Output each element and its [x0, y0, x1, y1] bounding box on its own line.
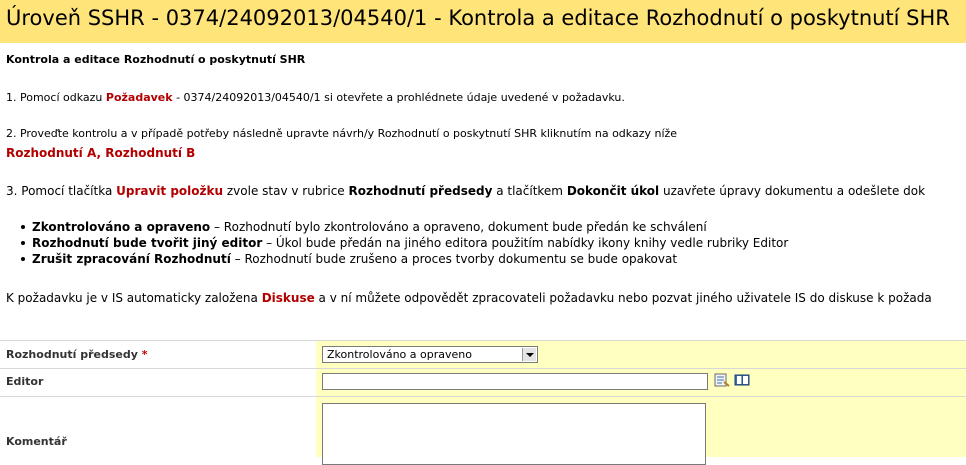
step-2-links: Rozhodnutí A, Rozhodnutí B: [6, 146, 195, 160]
editor-label: Editor: [6, 375, 44, 388]
dropdown-arrow-icon[interactable]: [522, 348, 536, 361]
step-3-prefix: 3. Pomocí tlačítka: [6, 184, 117, 198]
upravit-polozku-link[interactable]: Upravit položku: [116, 184, 223, 198]
option-name: Zrušit zpracování Rozhodnutí: [32, 252, 231, 266]
list-item: Zrušit zpracování Rozhodnutí – Rozhodnut…: [20, 251, 788, 267]
step-1: 1. Pomocí odkazu Požadavek - 0374/240920…: [6, 91, 625, 104]
option-name: Rozhodnutí bude tvořit jiný editor: [32, 236, 263, 250]
check-names-icon[interactable]: [714, 373, 730, 387]
step-1-suffix: - 0374/24092013/04540/1 si otevřete a pr…: [172, 91, 625, 104]
list-item: Rozhodnutí bude tvořit jiný editor – Úko…: [20, 235, 789, 251]
step-3-button-name: Dokončit úkol: [566, 184, 660, 198]
step-2: 2. Proveďte kontrolu a v případě potřeby…: [6, 127, 678, 140]
instructions-heading: Kontrola a editace Rozhodnutí o poskytnu…: [6, 53, 306, 66]
editor-value-cell: [316, 369, 966, 396]
comment-textarea[interactable]: [322, 403, 706, 465]
step-1-prefix: 1. Pomocí odkazu: [6, 91, 106, 104]
rozhodnuti-a-link[interactable]: Rozhodnutí A: [6, 146, 96, 160]
option-description: – Úkol bude předán na jiného editora pou…: [262, 236, 789, 250]
decision-label: Rozhodnutí předsedy *: [6, 348, 306, 361]
comment-value-cell: [316, 397, 966, 465]
editor-row: Editor: [0, 368, 966, 396]
discussion-suffix: a v ní můžete odpovědět zpracovateli pož…: [314, 291, 932, 305]
step-3-mid-2: a tlačítkem: [492, 184, 567, 198]
step-3-field-name: Rozhodnutí předsedy: [348, 184, 493, 198]
step-3-suffix: uzavřete úpravy dokumentu a odešlete dok: [659, 184, 926, 198]
step-3-mid-1: zvole stav v rubrice: [223, 184, 349, 198]
editor-input[interactable]: [322, 373, 708, 390]
comment-label: Komentář: [6, 435, 67, 448]
option-description: – Rozhodnutí bylo zkontrolováno a oprave…: [210, 220, 707, 234]
list-item: Zkontrolováno a opraveno – Rozhodnutí by…: [20, 219, 788, 235]
step-3: 3. Pomocí tlačítka Upravit položku zvole…: [6, 184, 925, 198]
discussion-note: K požadavku je v IS automaticky založena…: [6, 291, 932, 305]
decision-selected-value: Zkontrolováno a opraveno: [327, 348, 472, 361]
pozadavek-link[interactable]: Požadavek: [106, 91, 173, 104]
decision-label-text: Rozhodnutí předsedy: [6, 348, 138, 361]
required-marker: *: [137, 348, 148, 361]
address-book-icon[interactable]: [734, 373, 750, 387]
title-bar: Úroveň SSHR - 0374/24092013/04540/1 - Ko…: [0, 0, 966, 43]
diskuse-link[interactable]: Diskuse: [262, 291, 315, 305]
option-name: Zkontrolováno a opraveno: [32, 220, 211, 234]
links-separator: ,: [96, 146, 106, 160]
decision-select[interactable]: Zkontrolováno a opraveno: [322, 346, 538, 363]
decision-value-cell: Zkontrolováno a opraveno: [316, 341, 966, 368]
decision-row: Rozhodnutí předsedy * Zkontrolováno a op…: [0, 340, 966, 368]
comment-row: Komentář: [0, 396, 966, 465]
discussion-prefix: K požadavku je v IS automaticky založena: [6, 291, 262, 305]
page-title: Úroveň SSHR - 0374/24092013/04540/1 - Ko…: [6, 6, 950, 30]
option-description: – Rozhodnutí bude zrušeno a proces tvorb…: [230, 252, 678, 266]
status-options-list: Zkontrolováno a opraveno – Rozhodnutí by…: [20, 219, 789, 267]
rozhodnuti-b-link[interactable]: Rozhodnutí B: [105, 146, 195, 160]
